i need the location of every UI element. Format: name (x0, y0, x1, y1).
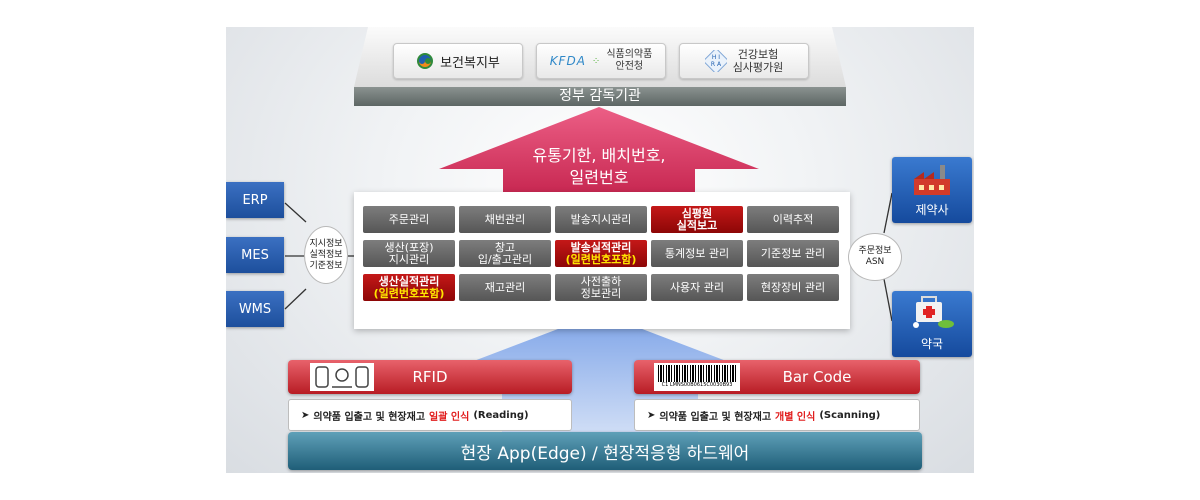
kfda-logo: KFDA (549, 54, 586, 68)
barcode-description: ➤ 의약품 입출고 및 현장재고 개별 인식 (Scanning) (634, 399, 920, 431)
agency-hira: H I R A 건강보험 심사평가원 (679, 43, 809, 79)
module-cell: 심평원 실적보고 (651, 206, 743, 233)
module-cell: 생산(포장) 지시관리 (363, 240, 455, 267)
pharma-label: 제약사 (915, 203, 949, 217)
rfid-label: RFID (412, 368, 448, 386)
arrow-caption: 유통기한, 배치번호, 일련번호 (532, 146, 666, 187)
module-cell: 발송지시관리 (555, 206, 647, 233)
module-cell: 생산실적관리 (일련번호포함) (363, 274, 455, 301)
factory-icon (914, 165, 950, 195)
line-pharma (883, 192, 893, 234)
module-cell: 사용자 관리 (651, 274, 743, 301)
tile-pharma-company: 제약사 (892, 157, 972, 223)
kfda-dots-icon: ⁘ (591, 55, 601, 67)
svg-text:H I: H I (712, 54, 720, 61)
module-cell: 통계정보 관리 (651, 240, 743, 267)
rfid-description: ➤ 의약품 입출고 및 현장재고 일괄 인식 (Reading) (288, 399, 572, 431)
module-cell: 주문관리 (363, 206, 455, 233)
svg-text:R A: R A (711, 61, 722, 68)
line-wms (284, 288, 307, 310)
module-cell: 기준정보 관리 (747, 240, 839, 267)
agency-mohw: 보건복지부 (393, 43, 523, 79)
module-cell: 재고관리 (459, 274, 551, 301)
module-cell: 창고 입/출고관리 (459, 240, 551, 267)
first-aid-kit-icon (913, 296, 954, 328)
system-mes: MES (226, 237, 284, 273)
gov-supervisor-bar: 정부 감독기관 (354, 87, 846, 106)
kfda-name: 식품의약품 안전청 (606, 49, 653, 72)
module-cell: 발송실적관리 (일련번호포함) (555, 240, 647, 267)
hira-logo-icon: H I R A (704, 50, 727, 72)
agency-kfda: KFDA ⁘ 식품의약품 안전청 (536, 43, 666, 79)
mohw-label: 보건복지부 (440, 55, 500, 71)
rfid-bullet-icon: ➤ (301, 409, 310, 421)
hira-name: 건강보험 심사평가원 (732, 48, 784, 74)
left-info-oval: 지시정보 실적정보 기준정보 (304, 226, 348, 284)
barcode-bar: C1 LMNS00B0615C0030B93 Bar Code (634, 360, 920, 394)
line-pharmacy (883, 278, 893, 322)
barcode-bullet-icon: ➤ (647, 409, 656, 421)
module-cell: 사전출하 정보관리 (555, 274, 647, 301)
module-grid: 주문관리 채번관리 발송지시관리 심평원 실적보고 이력추적생산(포장) 지시관리 창고 입/출… (363, 206, 839, 301)
system-erp: ERP (226, 182, 284, 218)
pharmacy-label: 약국 (920, 337, 944, 351)
module-cell: 현장장비 관리 (747, 274, 839, 301)
right-info-oval: 주문정보 ASN (848, 233, 902, 281)
diagram-stage: 보건복지부 KFDA ⁘ 식품의약품 안전청 H I R A 건강보험 심사평가… (226, 27, 974, 473)
barcode-label: Bar Code (782, 368, 852, 386)
edge-hardware-bar: 현장 App(Edge) / 현장적응형 하드웨어 (288, 432, 922, 470)
module-cell: 채번관리 (459, 206, 551, 233)
module-cell: 이력추적 (747, 206, 839, 233)
mohw-logo-icon (417, 53, 434, 69)
rfid-bar: RFID (288, 360, 572, 394)
system-wms: WMS (226, 291, 284, 327)
tile-pharmacy: 약국 (892, 291, 972, 357)
line-erp (284, 202, 307, 223)
